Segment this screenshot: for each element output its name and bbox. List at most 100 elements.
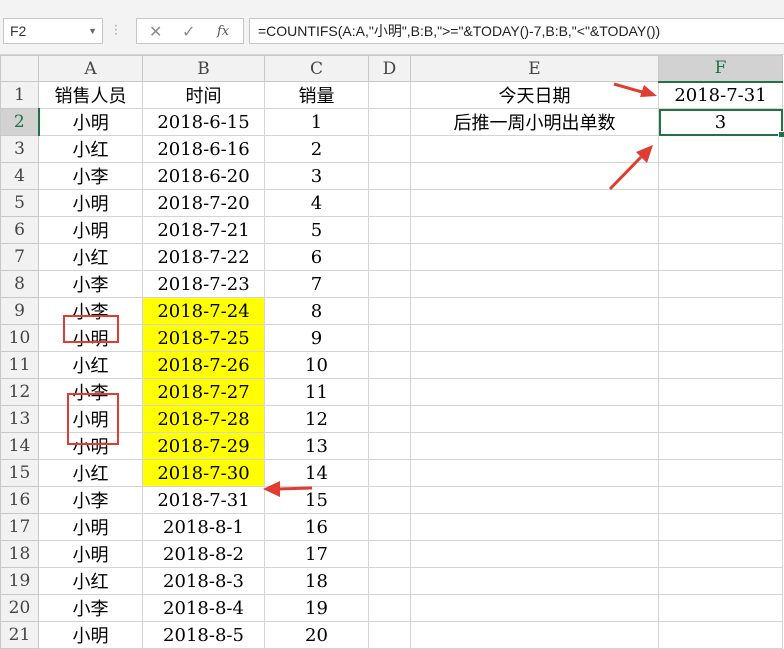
cell-c20[interactable]: 19 — [264, 594, 369, 622]
cell-d20[interactable] — [368, 594, 411, 622]
cell-f10[interactable] — [658, 324, 783, 352]
cell-e9[interactable] — [410, 297, 659, 325]
cell-c17[interactable]: 16 — [264, 513, 369, 541]
cell-d11[interactable] — [368, 351, 411, 379]
column-header-f[interactable]: F — [658, 55, 783, 83]
cell-d6[interactable] — [368, 216, 411, 244]
cell-a16[interactable]: 小李 — [38, 486, 143, 514]
cell-e13[interactable] — [410, 405, 659, 433]
cell-e8[interactable] — [410, 270, 659, 298]
cell-a21[interactable]: 小明 — [38, 621, 143, 649]
cell-a18[interactable]: 小明 — [38, 540, 143, 568]
cell-f19[interactable] — [658, 567, 783, 595]
row-header[interactable]: 13 — [0, 405, 39, 433]
cell-c4[interactable]: 3 — [264, 162, 369, 190]
cell-a1[interactable]: 销售人员 — [38, 81, 143, 109]
cell-f5[interactable] — [658, 189, 783, 217]
cell-c6[interactable]: 5 — [264, 216, 369, 244]
cell-a13[interactable]: 小明 — [38, 405, 143, 433]
insert-function-icon[interactable]: fx — [217, 24, 229, 39]
cell-e18[interactable] — [410, 540, 659, 568]
row-header[interactable]: 18 — [0, 540, 39, 568]
cell-c11[interactable]: 10 — [264, 351, 369, 379]
cell-c5[interactable]: 4 — [264, 189, 369, 217]
cell-a12[interactable]: 小李 — [38, 378, 143, 406]
cell-c2[interactable]: 1 — [264, 108, 369, 136]
row-header[interactable]: 1 — [0, 81, 39, 109]
row-header[interactable]: 19 — [0, 567, 39, 595]
cell-e10[interactable] — [410, 324, 659, 352]
cell-b1[interactable]: 时间 — [142, 81, 265, 109]
cell-e7[interactable] — [410, 243, 659, 271]
cell-e4[interactable] — [410, 162, 659, 190]
cell-b19[interactable]: 2018-8-3 — [142, 567, 265, 595]
cell-d17[interactable] — [368, 513, 411, 541]
cell-f14[interactable] — [658, 432, 783, 460]
cell-b18[interactable]: 2018-8-2 — [142, 540, 265, 568]
row-header[interactable]: 14 — [0, 432, 39, 460]
row-header[interactable]: 3 — [0, 135, 39, 163]
cell-e14[interactable] — [410, 432, 659, 460]
column-header-d[interactable]: D — [368, 55, 411, 82]
cell-a4[interactable]: 小李 — [38, 162, 143, 190]
row-header[interactable]: 9 — [0, 297, 39, 325]
cell-d12[interactable] — [368, 378, 411, 406]
cell-f3[interactable] — [658, 135, 783, 163]
name-box[interactable]: F2 ▼ — [3, 18, 103, 44]
cell-f20[interactable] — [658, 594, 783, 622]
cell-a6[interactable]: 小明 — [38, 216, 143, 244]
row-header[interactable]: 8 — [0, 270, 39, 298]
column-header-e[interactable]: E — [410, 55, 659, 82]
cell-f7[interactable] — [658, 243, 783, 271]
cell-e6[interactable] — [410, 216, 659, 244]
row-header[interactable]: 17 — [0, 513, 39, 541]
cell-b15[interactable]: 2018-7-30 — [142, 459, 265, 487]
cell-c12[interactable]: 11 — [264, 378, 369, 406]
cell-c21[interactable]: 20 — [264, 621, 369, 649]
column-header-a[interactable]: A — [38, 55, 143, 82]
cell-c7[interactable]: 6 — [264, 243, 369, 271]
cell-b17[interactable]: 2018-8-1 — [142, 513, 265, 541]
cell-c19[interactable]: 18 — [264, 567, 369, 595]
cell-b6[interactable]: 2018-7-21 — [142, 216, 265, 244]
cell-a19[interactable]: 小红 — [38, 567, 143, 595]
cell-d13[interactable] — [368, 405, 411, 433]
cell-d2[interactable] — [368, 108, 411, 136]
cell-a5[interactable]: 小明 — [38, 189, 143, 217]
cell-e2[interactable]: 后推一周小明出单数 — [410, 108, 659, 136]
cell-f6[interactable] — [658, 216, 783, 244]
row-header[interactable]: 11 — [0, 351, 39, 379]
cell-b9[interactable]: 2018-7-24 — [142, 297, 265, 325]
cell-d4[interactable] — [368, 162, 411, 190]
cell-a17[interactable]: 小明 — [38, 513, 143, 541]
check-icon[interactable]: ✓ — [182, 22, 195, 41]
column-header-b[interactable]: B — [142, 55, 265, 82]
cell-c9[interactable]: 8 — [264, 297, 369, 325]
cell-d7[interactable] — [368, 243, 411, 271]
formula-input[interactable]: =COUNTIFS(A:A,"小明",B:B,">="&TODAY()-7,B:… — [249, 18, 784, 44]
cell-b12[interactable]: 2018-7-27 — [142, 378, 265, 406]
cell-e15[interactable] — [410, 459, 659, 487]
cell-d16[interactable] — [368, 486, 411, 514]
cell-d1[interactable] — [368, 81, 411, 109]
chevron-down-icon[interactable]: ▼ — [88, 19, 97, 43]
cell-e11[interactable] — [410, 351, 659, 379]
cell-f9[interactable] — [658, 297, 783, 325]
cell-e12[interactable] — [410, 378, 659, 406]
row-header[interactable]: 7 — [0, 243, 39, 271]
cell-b2[interactable]: 2018-6-15 — [142, 108, 265, 136]
cell-a15[interactable]: 小红 — [38, 459, 143, 487]
cell-c10[interactable]: 9 — [264, 324, 369, 352]
row-header[interactable]: 6 — [0, 216, 39, 244]
cell-c15[interactable]: 14 — [264, 459, 369, 487]
cell-d9[interactable] — [368, 297, 411, 325]
row-header[interactable]: 10 — [0, 324, 39, 352]
cell-e21[interactable] — [410, 621, 659, 649]
cell-b8[interactable]: 2018-7-23 — [142, 270, 265, 298]
cell-c3[interactable]: 2 — [264, 135, 369, 163]
cell-f15[interactable] — [658, 459, 783, 487]
cell-d18[interactable] — [368, 540, 411, 568]
row-header[interactable]: 12 — [0, 378, 39, 406]
cell-b20[interactable]: 2018-8-4 — [142, 594, 265, 622]
cell-e1[interactable]: 今天日期 — [410, 81, 659, 109]
